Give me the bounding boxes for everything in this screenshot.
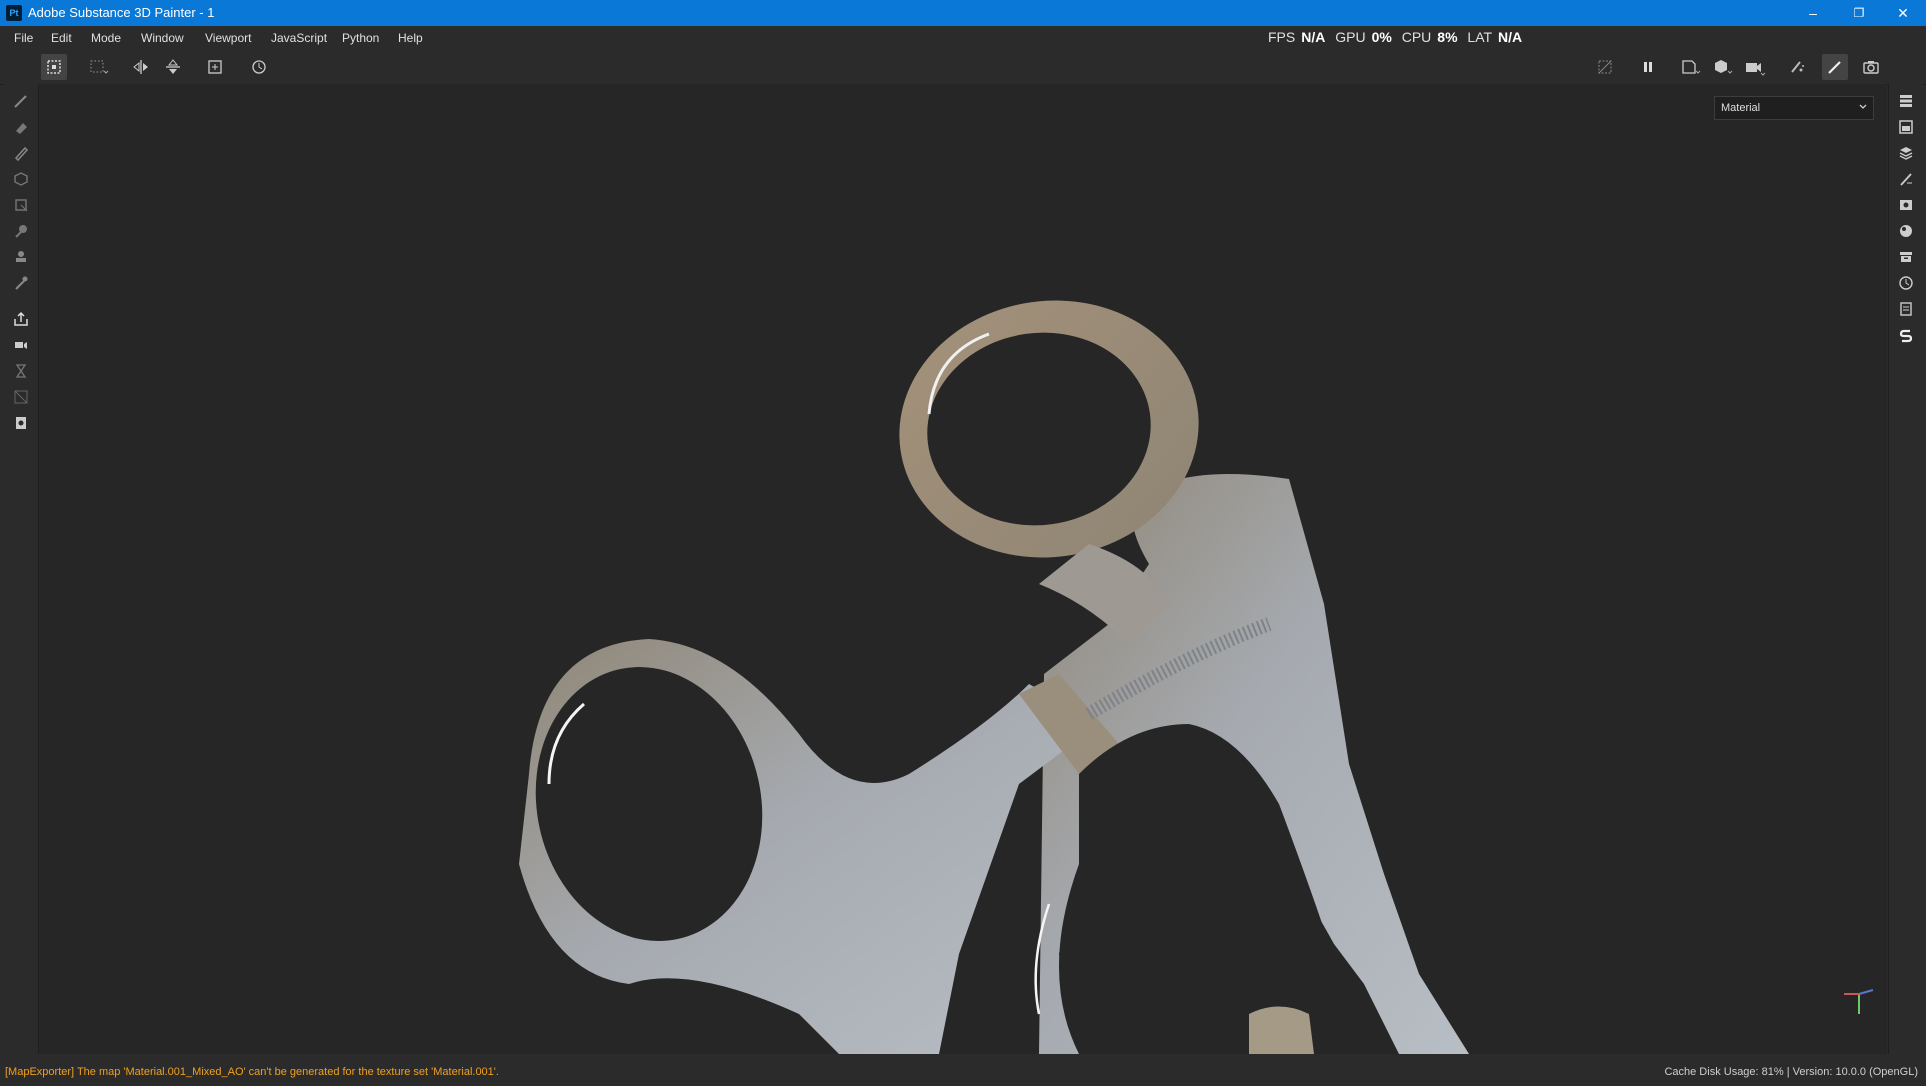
gpu-label: GPU [1335,29,1366,45]
timer-icon[interactable] [12,362,30,380]
menu-window[interactable]: Window [141,31,184,45]
fps-label: FPS [1268,29,1296,45]
bake-icon[interactable] [12,336,30,354]
assets-icon[interactable] [1897,248,1915,266]
smudge-icon[interactable] [12,222,30,240]
menu-edit[interactable]: Edit [51,31,72,45]
pause-icon[interactable] [1635,54,1661,80]
3d-view-icon[interactable] [1710,54,1736,80]
paint-splatter-icon[interactable] [1784,54,1810,80]
menu-javascript[interactable]: JavaScript [271,31,327,45]
cpu-value: 8% [1437,29,1458,45]
selection-mode-icon[interactable] [86,54,112,80]
cache-version-info: Cache Disk Usage: 81% | Version: 10.0.0 … [1664,1066,1918,1078]
menu-python[interactable]: Python [342,31,379,45]
close-button[interactable]: ✕ [1880,0,1926,26]
transform-manipulator-icon[interactable] [41,54,67,80]
layers-icon[interactable] [1897,144,1915,162]
properties-brush-icon[interactable] [1897,170,1915,188]
3d-viewport[interactable]: Material [39,84,1887,1054]
color-picker-icon[interactable] [12,274,30,292]
eraser-icon[interactable] [12,118,30,136]
substance-source-icon[interactable] [1897,326,1915,344]
shader-settings-icon[interactable] [1897,222,1915,240]
projection-icon[interactable] [12,144,30,162]
polygon-fill-icon[interactable] [12,196,30,214]
scissors-model [519,300,1874,1054]
menu-mode[interactable]: Mode [91,31,121,45]
clone-stamp-icon[interactable] [12,248,30,266]
menu-bar: File Edit Mode Window Viewport JavaScrip… [0,26,1926,50]
reset-history-icon[interactable] [246,54,272,80]
document-search-icon[interactable] [12,414,30,432]
history-icon[interactable] [1897,274,1915,292]
screenshot-camera-icon[interactable] [1858,54,1884,80]
add-frame-icon[interactable] [202,54,228,80]
performance-readout: FPS N/A GPU 0% CPU 8% LAT N/A [1268,29,1522,45]
export-icon[interactable] [12,310,30,328]
fps-value: N/A [1301,29,1326,45]
status-bar: [MapExporter] The map 'Material.001_Mixe… [0,1054,1926,1086]
axis-gizmo-icon [1844,989,1874,1014]
minimize-button[interactable]: – [1790,0,1836,26]
channel-display-dropdown[interactable]: Material [1714,96,1874,120]
display-settings-icon[interactable] [1897,196,1915,214]
camera-icon[interactable] [1742,54,1768,80]
window-title: Adobe Substance 3D Painter - 1 [28,5,215,20]
log-icon[interactable] [1897,300,1915,318]
geometry-fill-icon[interactable] [12,170,30,188]
lat-label: LAT [1467,29,1493,45]
symmetry-y-icon[interactable] [160,54,186,80]
menu-viewport[interactable]: Viewport [205,31,251,45]
gpu-value: 0% [1371,29,1392,45]
paint-brush-icon[interactable] [12,92,30,110]
hide-overlay-icon[interactable] [1592,54,1618,80]
app-logo-icon: Pt [6,5,22,21]
channel-dropdown-value: Material [1721,102,1761,114]
uv-disabled-icon[interactable] [12,388,30,406]
symmetry-x-icon[interactable] [128,54,154,80]
viewport-toolbar [0,50,1926,85]
chevron-down-icon [1857,101,1869,116]
restore-button[interactable]: ❐ [1836,0,1882,26]
texture-set-list-icon[interactable] [1897,92,1915,110]
2d-view-icon[interactable] [1678,54,1704,80]
right-panel-rail [1888,84,1923,1054]
texture-set-settings-icon[interactable] [1897,118,1915,136]
left-tool-rail [4,84,39,1054]
cpu-label: CPU [1401,29,1432,45]
status-warning-message[interactable]: [MapExporter] The map 'Material.001_Mixe… [5,1066,499,1078]
menu-file[interactable]: File [14,31,33,45]
title-bar: Pt Adobe Substance 3D Painter - 1 – ❐ ✕ [0,0,1926,26]
paint-brush-mode-icon[interactable] [1822,54,1848,80]
menu-help[interactable]: Help [398,31,423,45]
lat-value: N/A [1498,29,1523,45]
